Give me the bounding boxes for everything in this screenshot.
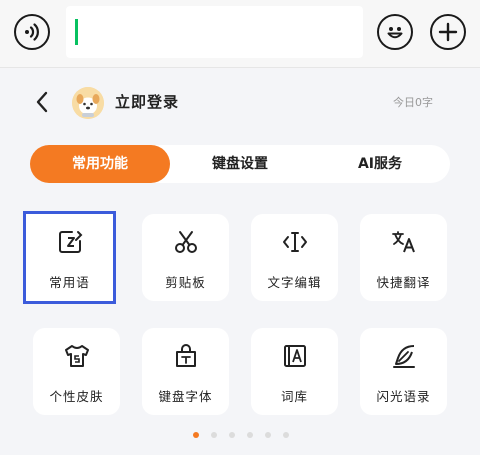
scissors-icon [175,231,197,253]
feature-clipboard[interactable]: 剪贴板 [142,214,229,301]
page-dot[interactable] [265,432,271,438]
login-link[interactable]: 立即登录 [115,91,179,112]
keyboard-function-panel: 立即登录 今日0字 常用功能 键盘设置 AI服务 常用语 剪贴板 文字编辑 快捷… [0,69,480,455]
tshirt-icon [65,345,89,367]
page-dot[interactable] [229,432,235,438]
tab-keyboard-settings[interactable]: 键盘设置 [170,145,310,183]
font-bag-icon [176,344,196,367]
plus-icon [438,22,458,42]
message-input[interactable] [66,6,363,58]
feature-keyboard-fonts[interactable]: 键盘字体 [142,328,229,415]
page-dot[interactable] [193,432,199,438]
feature-label: 键盘字体 [158,389,213,404]
feature-flash-quotes[interactable]: 闪光语录 [360,328,447,415]
chat-input-bar [0,0,480,68]
feature-label: 个性皮肤 [49,389,104,404]
page-dot[interactable] [211,432,217,438]
tab-common-functions[interactable]: 常用功能 [30,145,170,183]
page-dot[interactable] [283,432,289,438]
feature-text-editing[interactable]: 文字编辑 [251,214,338,301]
feature-dictionary[interactable]: 词库 [251,328,338,415]
chevron-left-icon [36,91,48,113]
more-functions-button[interactable] [430,14,466,50]
feature-label: 剪贴板 [165,275,206,290]
today-char-count: 今日0字 [393,96,433,109]
smiley-icon [387,27,403,39]
function-tabs: 常用功能 键盘设置 AI服务 [30,145,450,183]
voice-input-button[interactable] [14,14,50,50]
feature-label: 快捷翻译 [376,275,431,290]
feature-label: 常用语 [49,275,90,290]
text-caret [75,19,78,45]
page-dot[interactable] [247,432,253,438]
tab-ai-services[interactable]: AI服务 [310,145,450,183]
translate-icon [392,231,415,253]
feature-label: 闪光语录 [376,389,431,404]
feature-label: 词库 [280,389,308,404]
feature-common-phrases[interactable]: 常用语 [23,211,116,304]
back-button[interactable] [32,89,52,115]
feather-icon [393,345,415,368]
feature-skins[interactable]: 个性皮肤 [33,328,120,415]
dictionary-icon [284,345,306,367]
emoji-button[interactable] [377,14,413,50]
voice-icon [25,23,39,41]
edit-note-icon [59,231,83,253]
dog-mascot-icon [72,87,104,119]
feature-label: 文字编辑 [267,275,322,290]
feature-quick-translate[interactable]: 快捷翻译 [360,214,447,301]
text-cursor-icon [283,232,307,252]
avatar[interactable] [72,87,104,119]
